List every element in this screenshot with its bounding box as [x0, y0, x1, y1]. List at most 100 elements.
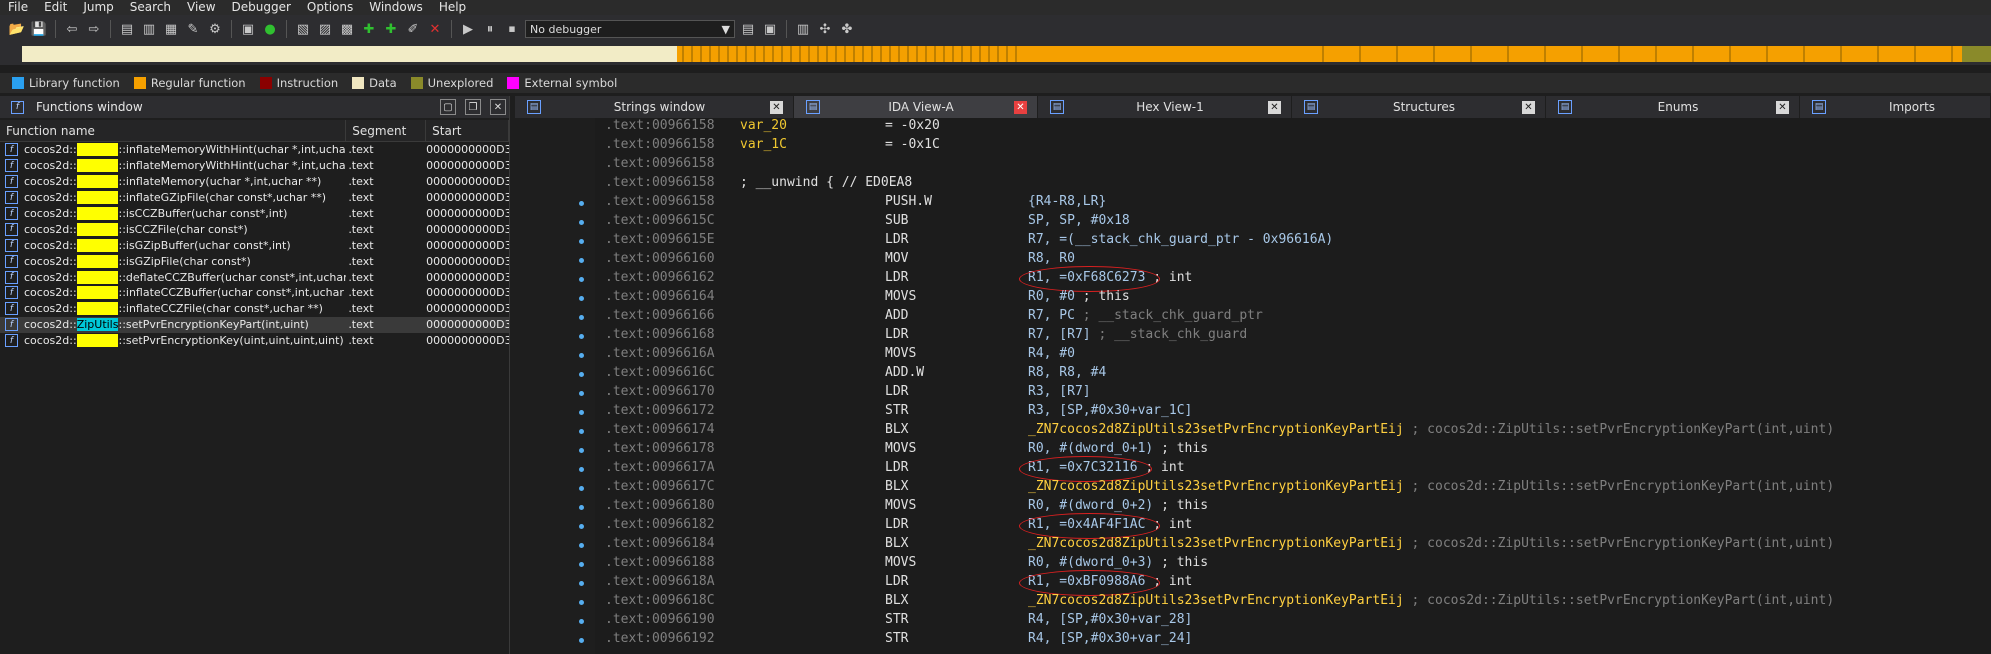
function-row[interactable]: f cocos2d:: ZipUtils::isGZipBuffer(uchar c… [0, 237, 509, 253]
close-icon[interactable]: ✕ [770, 100, 783, 114]
disassembly-line[interactable]: .text:00966182 LDR R1, =0x4AF4F1AC ; int [595, 517, 1991, 536]
disassembly-line[interactable]: .text:00966158 var_20 = -0x20 [595, 118, 1991, 137]
function-row[interactable]: f cocos2d:: ZipUtils::inflateMemoryWithHin… [0, 158, 509, 174]
stop-icon[interactable]: ⏹ [503, 20, 521, 38]
tab-ida-view-a[interactable]: ▤ IDA View-A ✕ [794, 96, 1038, 118]
function-row[interactable]: f cocos2d:: ZipUtils::inflateCCZBuffer(uch… [0, 285, 509, 301]
function-row[interactable]: f cocos2d:: ZipUtils::inflateMemory(uchar … [0, 174, 509, 190]
function-row[interactable]: f cocos2d:: ZipUtils::inflateMemoryWithHin… [0, 142, 509, 158]
disassembly-line[interactable]: .text:00966162 LDR R1, =0xF68C6273 ; int [595, 270, 1991, 289]
close-icon[interactable]: ✕ [1268, 100, 1281, 114]
code-icon[interactable]: ▤ [118, 20, 136, 38]
disassembly-line[interactable]: .text:0096615C SUB SP, SP, #0x18 [595, 213, 1991, 232]
function-row[interactable]: f cocos2d:: ZipUtils::setPvrEncryptionKeyP… [0, 316, 509, 333]
function-row[interactable]: f cocos2d:: ZipUtils::isCCZBuffer(uchar co… [0, 206, 509, 222]
function-row[interactable]: f cocos2d:: ZipUtils::isCCZFile(char const… [0, 221, 509, 237]
menu-item-options[interactable]: Options [299, 0, 361, 15]
disassembly-line[interactable]: .text:00966158 PUSH.W {R4-R8,LR} [595, 194, 1991, 213]
graph-icon[interactable]: ▣ [239, 20, 257, 38]
menu-item-debugger[interactable]: Debugger [224, 0, 299, 15]
pause-icon[interactable]: ⏸ [481, 20, 499, 38]
struct-icon[interactable]: ▦ [162, 20, 180, 38]
disassembly-line[interactable]: .text:00966174 BLX _ZN7cocos2d8ZipUtils23s… [595, 422, 1991, 441]
tab-structures[interactable]: ▤ Structures ✕ [1292, 96, 1546, 118]
disassembly-line[interactable]: .text:00966172 STR R3, [SP,#0x30+var_1C] [595, 403, 1991, 422]
disassembly-line[interactable]: .text:00966166 ADD R7, PC ; __stack_chk_gu… [595, 308, 1991, 327]
disassembly-line[interactable]: .text:00966184 BLX _ZN7cocos2d8ZipUtils23s… [595, 536, 1991, 555]
line-address: .text:0096616C [605, 365, 715, 380]
data-icon[interactable]: ▥ [140, 20, 158, 38]
menu-item-file[interactable]: File [0, 0, 36, 15]
disassembly-line[interactable]: .text:00966158 ; __unwind { // ED0EA8 [595, 175, 1991, 194]
disassembly-line[interactable]: .text:0096618A LDR R1, =0xBF0988A6 ; int [595, 574, 1991, 593]
disassembly-line[interactable]: .text:0096617A LDR R1, =0x7C32116 ; int [595, 460, 1991, 479]
function-row[interactable]: f cocos2d:: ZipUtils::inflateCCZFile(char … [0, 301, 509, 317]
disassembly-line[interactable]: .text:00966158 var_1C = -0x1C [595, 137, 1991, 156]
disassembly-line[interactable]: .text:00966180 MOVS R0, #(dword_0+2) ; thi… [595, 498, 1991, 517]
xref-icon[interactable]: ✎ [184, 20, 202, 38]
tab-strings-window[interactable]: ▤ Strings window ✕ [515, 96, 794, 118]
play-icon[interactable]: ▶ [459, 20, 477, 38]
tab-hex-view-1[interactable]: ▤ Hex View-1 ✕ [1038, 96, 1292, 118]
back-icon[interactable]: ⇦ [63, 20, 81, 38]
column-header-function-name[interactable]: Function name [0, 120, 347, 141]
flow-icon[interactable]: ✣ [816, 20, 834, 38]
stack-var-offset: = -0x1C [885, 137, 940, 152]
name-icon[interactable]: ▩ [338, 20, 356, 38]
chart-icon[interactable]: ▥ [794, 20, 812, 38]
restore-icon[interactable]: ❐ [465, 99, 481, 115]
function-row[interactable]: f cocos2d:: ZipUtils::setPvrEncryptionKey(… [0, 333, 509, 349]
disassembly-line[interactable]: .text:0096615E LDR R7, =(__stack_chk_guard… [595, 232, 1991, 251]
disassembly-line[interactable]: .text:00966178 MOVS R0, #(dword_0+1) ; thi… [595, 441, 1991, 460]
disassembly-line[interactable]: .text:00966188 MOVS R0, #(dword_0+3) ; thi… [595, 555, 1991, 574]
plugin-icon[interactable]: ✤ [838, 20, 856, 38]
close-icon[interactable]: ✕ [1522, 100, 1535, 114]
menu-item-jump[interactable]: Jump [75, 0, 121, 15]
nav-stripe [826, 46, 828, 62]
function-icon[interactable]: ▨ [316, 20, 334, 38]
close-icon[interactable]: ✕ [426, 20, 444, 38]
menu-item-windows[interactable]: Windows [361, 0, 431, 15]
breakpoint-icon[interactable]: ✚ [382, 20, 400, 38]
attach-icon[interactable]: ▤ [739, 20, 757, 38]
menu-item-search[interactable]: Search [122, 0, 179, 15]
process-icon[interactable]: ▣ [761, 20, 779, 38]
bug-icon[interactable]: ● [261, 20, 279, 38]
column-header-segment[interactable]: Segment [346, 120, 427, 141]
navigation-bar[interactable] [22, 46, 1991, 62]
close-icon[interactable]: ✕ [490, 99, 506, 115]
debugger-select[interactable]: No debugger ▼ [525, 20, 735, 38]
disassembly-line[interactable]: .text:0096616A MOVS R4, #0 [595, 346, 1991, 365]
disassembly-line[interactable]: .text:0096616C ADD.W R8, R8, #4 [595, 365, 1991, 384]
function-row[interactable]: f cocos2d:: ZipUtils::inflateGZipFile(char… [0, 190, 509, 206]
float-icon[interactable]: ▢ [440, 99, 456, 115]
disassembly-line[interactable]: .text:0096617C BLX _ZN7cocos2d8ZipUtils23s… [595, 479, 1991, 498]
disassembly-line[interactable]: .text:00966170 LDR R3, [R7] [595, 384, 1991, 403]
tab-imports[interactable]: ▤ Imports [1800, 96, 1991, 118]
menu-item-help[interactable]: Help [431, 0, 474, 15]
nav-stripe [1729, 46, 1731, 62]
forward-icon[interactable]: ⇨ [85, 20, 103, 38]
save-icon[interactable]: 💾 [30, 20, 48, 38]
edit-icon[interactable]: ✐ [404, 20, 422, 38]
function-row[interactable]: f cocos2d:: ZipUtils::isGZipFile(char cons… [0, 253, 509, 269]
disassembly-line[interactable]: .text:00966192 STR R4, [SP,#0x30+var_24] [595, 631, 1991, 650]
open-icon[interactable]: 📂 [8, 20, 26, 38]
close-icon[interactable]: ✕ [1014, 100, 1027, 114]
disassembly-line[interactable]: .text:00966168 LDR R7, [R7] ; __stack_chk_… [595, 327, 1991, 346]
segment-icon[interactable]: ▧ [294, 20, 312, 38]
disassembly-line[interactable]: .text:00966190 STR R4, [SP,#0x30+var_28] [595, 612, 1991, 631]
disassembly-line[interactable]: .text:00966164 MOVS R0, #0 ; this [595, 289, 1991, 308]
menu-item-edit[interactable]: Edit [36, 0, 75, 15]
disassembly-line[interactable]: .text:0096618C BLX _ZN7cocos2d8ZipUtils23s… [595, 593, 1991, 612]
disassembly-line[interactable]: .text:00966160 MOV R8, R0 [595, 251, 1991, 270]
patch-icon[interactable]: ✚ [360, 20, 378, 38]
function-row[interactable]: f cocos2d:: ZipUtils::deflateCCZBuffer(uch… [0, 269, 509, 285]
tab-enums[interactable]: ▤ Enums ✕ [1546, 96, 1800, 118]
disassembly-line[interactable]: .text:00966158 [595, 156, 1991, 175]
close-icon[interactable]: ✕ [1776, 100, 1789, 114]
menu-item-view[interactable]: View [179, 0, 223, 15]
instruction-operands: R8, R0 [1028, 251, 1075, 266]
run-icon[interactable]: ⚙ [206, 20, 224, 38]
column-header-start[interactable]: Start [426, 120, 509, 141]
